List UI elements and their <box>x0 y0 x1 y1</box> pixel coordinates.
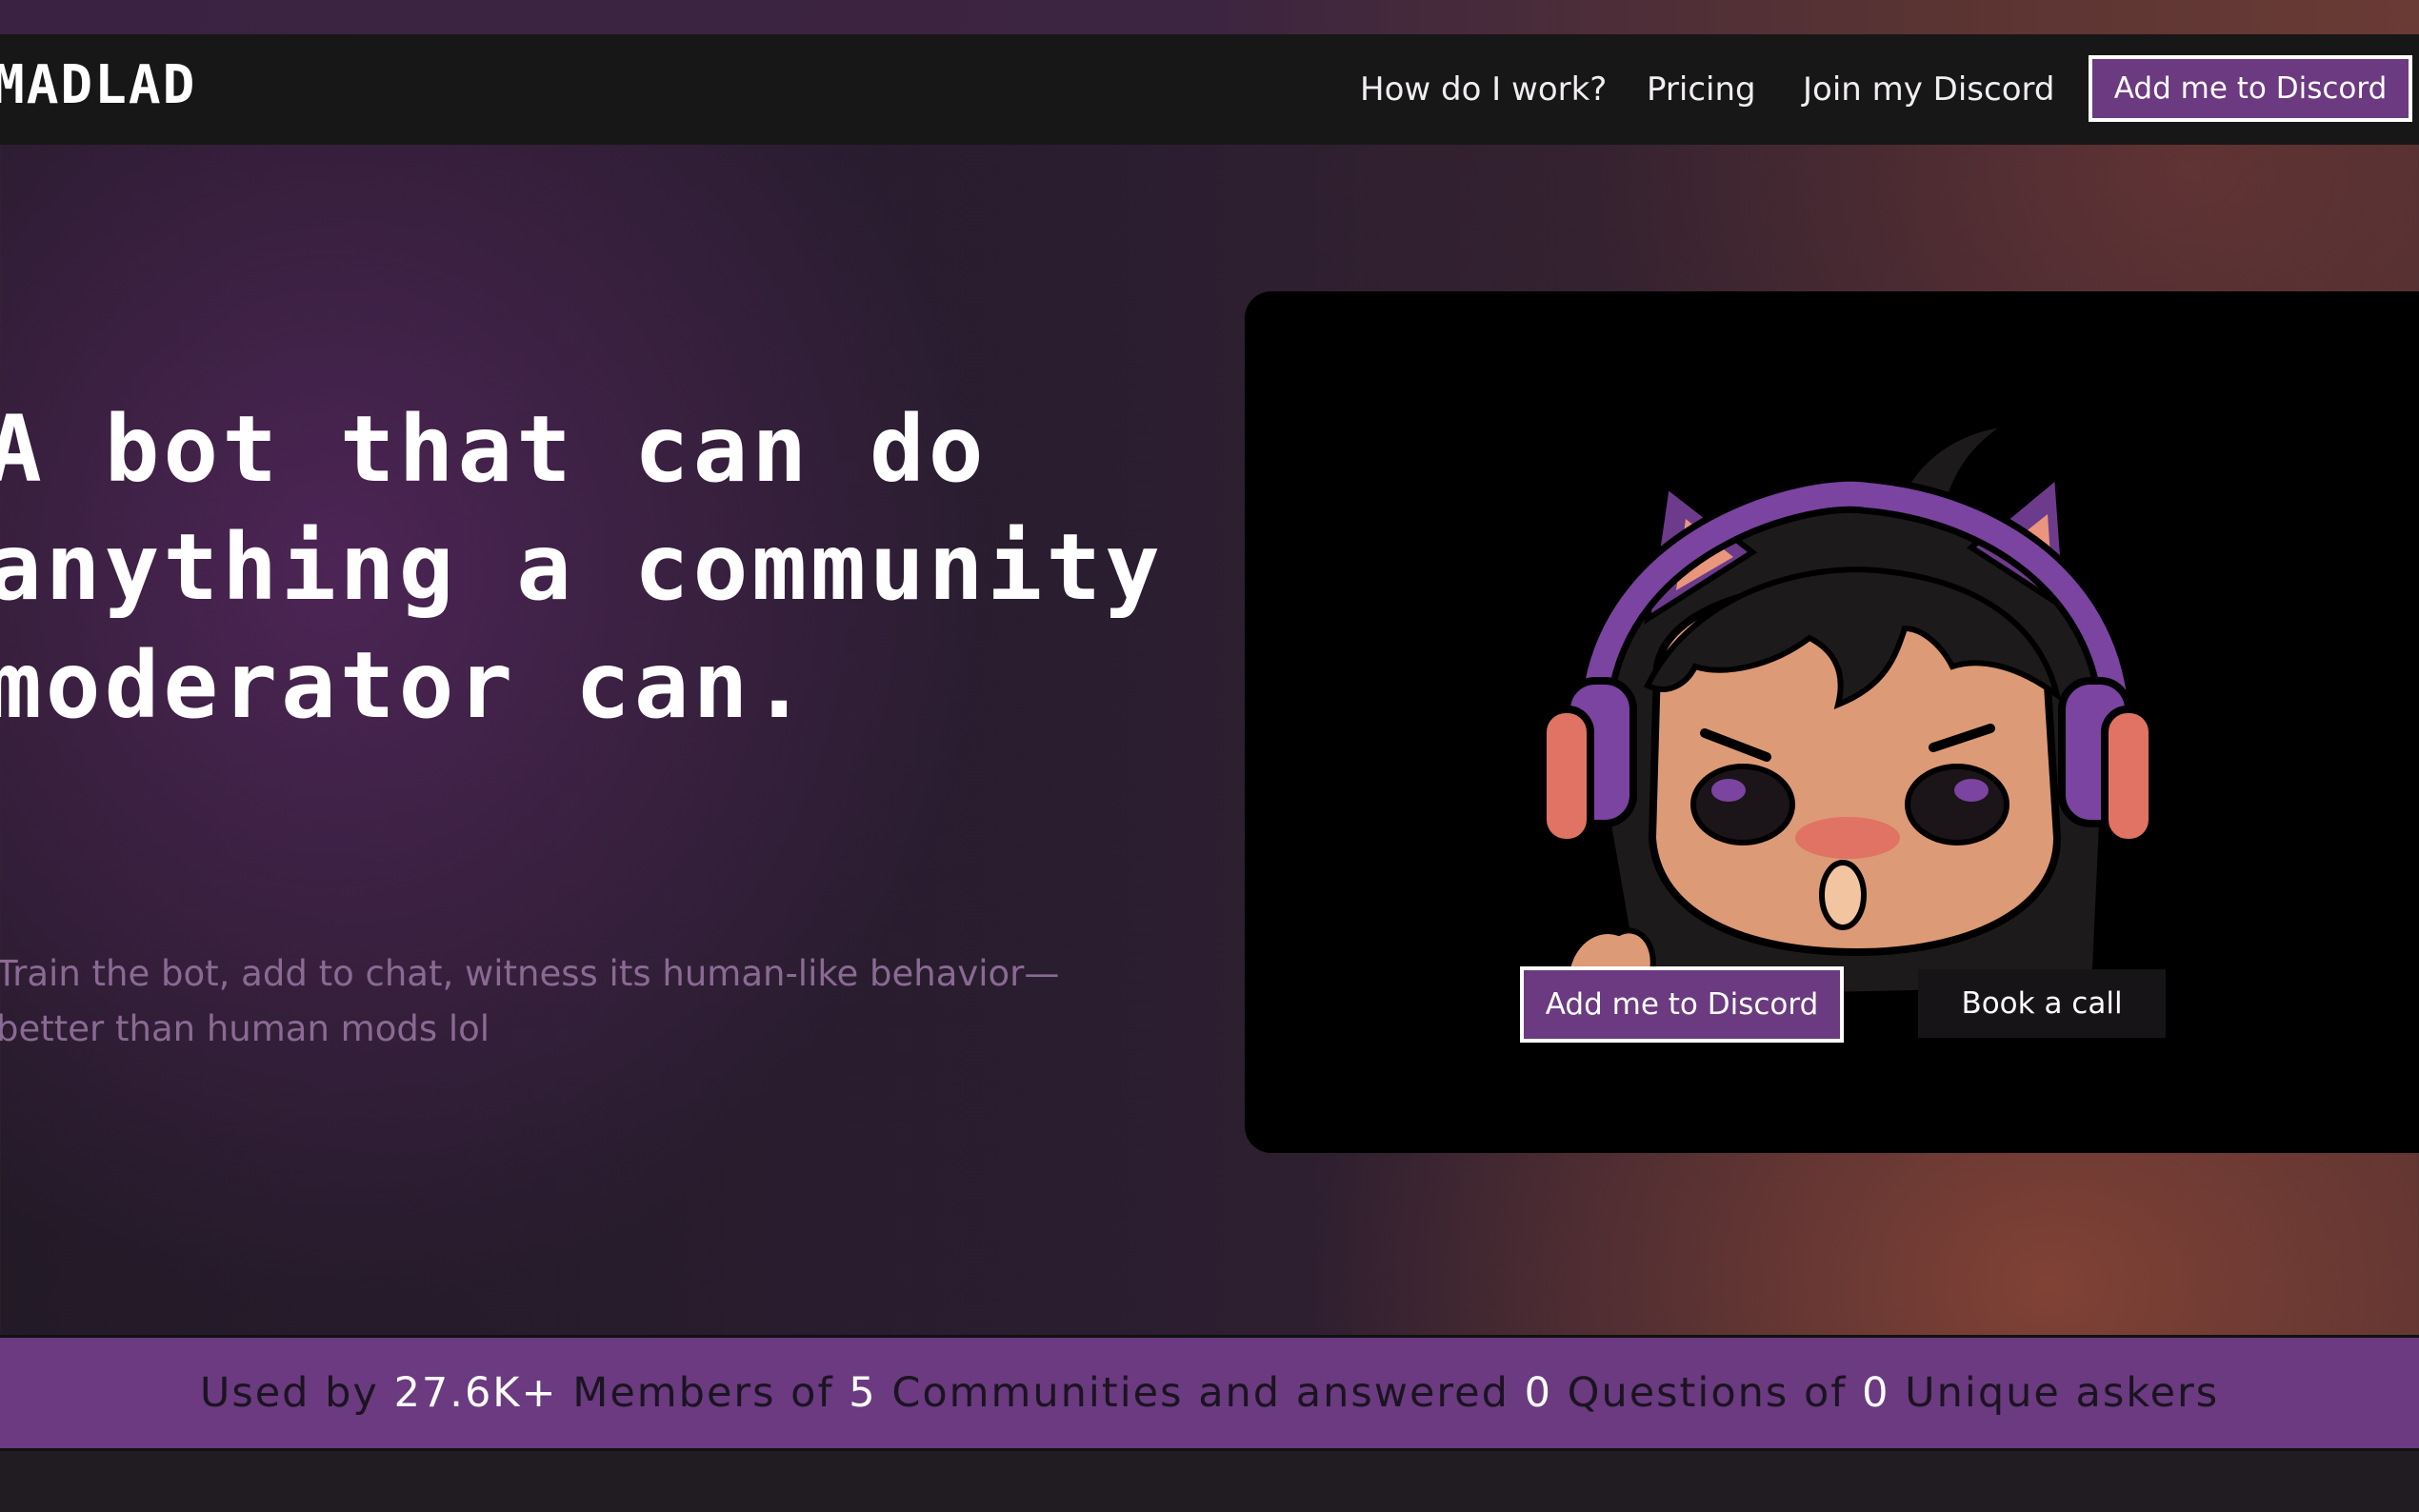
stats-communities-count: 5 <box>849 1369 877 1417</box>
mascot-image <box>1539 421 2156 1005</box>
bottom-section <box>0 1451 2419 1512</box>
nav-link-join-discord[interactable]: Join my Discord <box>1803 67 2054 112</box>
nav-link-how-it-works[interactable]: How do I work? <box>1360 67 1607 112</box>
nav-link-pricing[interactable]: Pricing <box>1647 67 1756 112</box>
stats-questions-count: 0 <box>1524 1369 1552 1417</box>
book-call-button[interactable]: Book a call <box>1918 969 2166 1038</box>
hero-headline: A bot that can do anything a community m… <box>0 396 1164 739</box>
navbar <box>0 34 2419 145</box>
stats-askers-count: 0 <box>1862 1369 1890 1417</box>
nav-add-to-discord-button[interactable]: Add me to Discord <box>2089 55 2412 122</box>
hero-add-to-discord-button[interactable]: Add me to Discord <box>1520 966 1844 1043</box>
stats-members-label: Members of <box>572 1369 834 1417</box>
hero-subtext: Train the bot, add to chat, witness its … <box>0 953 1060 1049</box>
brand-logo[interactable]: MADLAD <box>0 55 196 116</box>
top-accent-strip <box>0 0 2419 34</box>
stats-questions-label: Questions of <box>1567 1369 1848 1417</box>
stats-communities-label: Communities and answered <box>891 1369 1509 1417</box>
stats-bar: Used by 27.6K+ Members of 5 Communities … <box>0 1335 2419 1451</box>
stats-prefix: Used by <box>199 1369 379 1417</box>
stats-members-count: 27.6K+ <box>393 1369 558 1417</box>
stats-askers-label: Unique askers <box>1905 1369 2220 1417</box>
